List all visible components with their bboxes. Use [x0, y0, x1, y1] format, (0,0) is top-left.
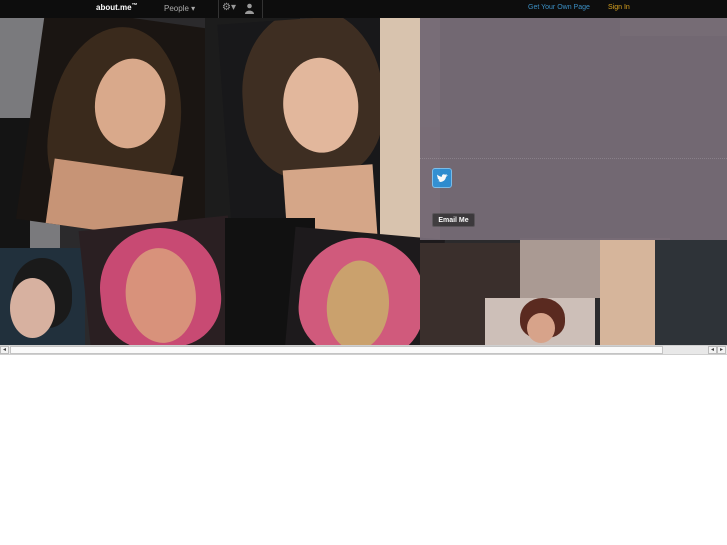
portrait-photo — [485, 298, 595, 345]
about-me-logo[interactable]: about.me™ — [96, 3, 138, 12]
twitter-icon[interactable] — [432, 168, 452, 188]
scrollbar-thumb[interactable] — [10, 346, 663, 354]
sign-in-link[interactable]: Sign In — [608, 4, 630, 11]
nav-divider — [262, 0, 263, 18]
user-icon[interactable] — [244, 3, 255, 14]
profile-panel: Email Me — [420, 18, 727, 240]
top-nav-bar: about.me™ People ▾ ⚙▾ Get Your Own Page … — [0, 0, 727, 18]
photo-tile — [655, 240, 727, 345]
settings-gear-icon[interactable]: ⚙▾ — [222, 3, 236, 13]
horizontal-scrollbar[interactable]: ◂ ◂ ▸ — [0, 345, 727, 355]
email-me-button[interactable]: Email Me — [432, 213, 475, 227]
scroll-left-arrow-icon[interactable]: ◂ — [708, 346, 717, 354]
photo-tile — [520, 238, 610, 298]
nav-divider — [218, 0, 219, 18]
panel-divider — [420, 158, 727, 159]
portrait-photo — [0, 248, 85, 345]
get-your-own-page-link[interactable]: Get Your Own Page — [528, 4, 590, 11]
brand-text: about.me — [96, 3, 132, 12]
scroll-right-arrow-icon[interactable]: ▸ — [717, 346, 726, 354]
people-menu[interactable]: People ▾ — [164, 4, 195, 13]
scroll-left-arrow-icon[interactable]: ◂ — [0, 346, 9, 354]
portrait-photo — [78, 215, 242, 345]
portrait-photo — [15, 18, 235, 246]
twitter-bird-glyph — [437, 174, 448, 182]
brand-trademark: ™ — [131, 3, 138, 9]
